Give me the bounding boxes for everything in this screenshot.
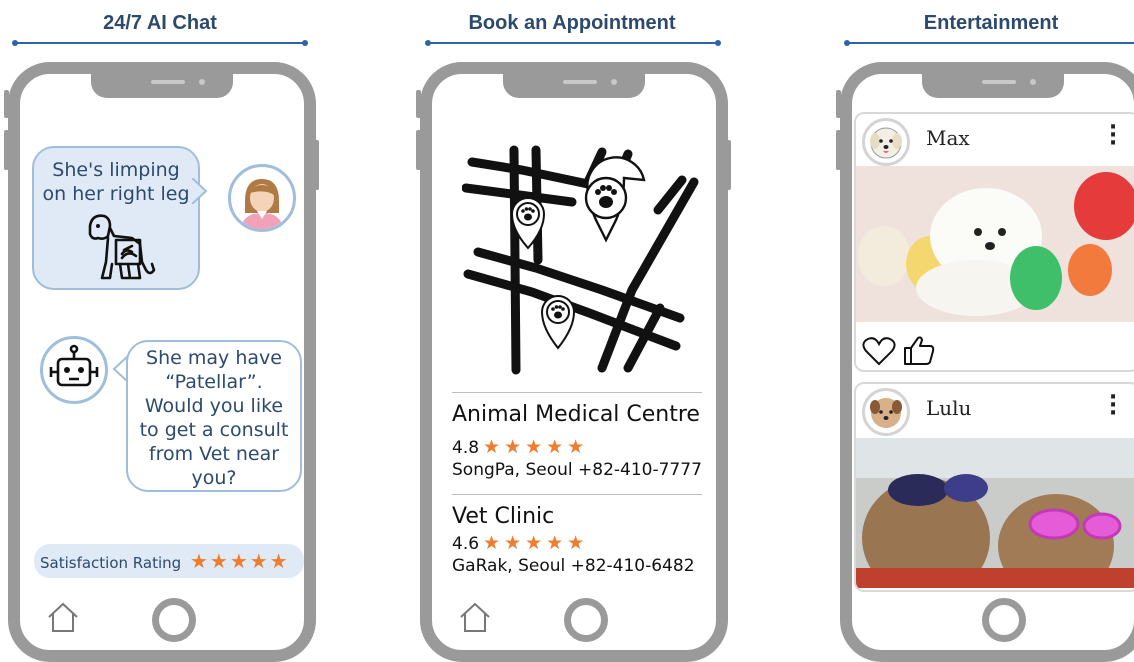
woman-avatar-icon: [231, 167, 293, 229]
map-pin: [542, 296, 574, 348]
bot-message-line: you?: [128, 466, 300, 490]
section-title-booking: Book an Appointment: [420, 12, 724, 38]
post-image[interactable]: [856, 438, 1134, 588]
rating-stars: ★★★★★: [483, 532, 588, 554]
rating-label: Satisfaction Rating: [40, 554, 181, 572]
divider: [452, 392, 702, 393]
section-title-chat: 24/7 AI Chat: [60, 12, 260, 38]
home-button[interactable]: [982, 598, 1026, 642]
user-message-line: on her right leg: [34, 182, 198, 206]
home-button[interactable]: [564, 598, 608, 642]
clinic-rating: 4.6★★★★★: [452, 532, 588, 554]
post-avatar[interactable]: [862, 388, 910, 436]
divider: [452, 494, 702, 495]
map-view[interactable]: [462, 140, 702, 380]
user-message-line: She's limping: [34, 158, 198, 182]
bot-message-line: She may have: [128, 346, 300, 370]
clinic-rating: 4.8★★★★★: [452, 436, 588, 458]
home-icon[interactable]: [46, 600, 80, 634]
bot-message-line: Would you like: [128, 394, 300, 418]
bubble-tail: [192, 178, 208, 204]
bot-message-line: to get a consult: [128, 418, 300, 442]
kebab-menu-icon[interactable]: ···: [1108, 394, 1118, 418]
home-button[interactable]: [152, 598, 196, 642]
post-card: Max ···: [854, 112, 1134, 372]
dog-avatar-icon: [865, 121, 907, 163]
dog-avatar-icon: [865, 391, 907, 433]
rating-value: 4.8: [452, 438, 479, 458]
title-underline-entertainment: [846, 42, 1134, 44]
rating-stars[interactable]: ★★★★★: [190, 549, 290, 573]
robot-icon: [43, 339, 105, 401]
user-message-bubble: She's limping on her right leg: [32, 146, 200, 290]
thumbs-up-icon[interactable]: [902, 334, 936, 366]
rating-stars: ★★★★★: [483, 436, 588, 458]
post-avatar[interactable]: [862, 118, 910, 166]
post-author-name[interactable]: Max: [926, 126, 970, 150]
bot-message-line: “Patellar”.: [128, 370, 300, 394]
clinic-name[interactable]: Animal Medical Centre: [452, 402, 700, 427]
post-author-name[interactable]: Lulu: [926, 396, 971, 420]
heart-icon[interactable]: [862, 336, 896, 366]
clinic-name[interactable]: Vet Clinic: [452, 504, 554, 529]
clinic-address[interactable]: SongPa, Seoul +82-410-7777: [452, 460, 702, 480]
section-title-entertainment: Entertainment: [880, 12, 1102, 38]
title-underline-chat: [14, 42, 306, 44]
bot-message-bubble: She may have “Patellar”. Would you like …: [126, 340, 302, 492]
clinic-address[interactable]: GaRak, Seoul +82-410-6482: [452, 556, 695, 576]
bot-avatar: [40, 336, 108, 404]
phone-entertainment: Max ···: [840, 62, 1134, 662]
phone-chat: She's limping on her right leg: [8, 62, 316, 662]
title-underline-booking: [427, 42, 719, 44]
phone-notch: [503, 70, 645, 98]
kebab-menu-icon[interactable]: ···: [1108, 124, 1118, 148]
phone-notch: [922, 70, 1064, 98]
post-image[interactable]: [856, 166, 1134, 322]
phone-booking: Animal Medical Centre 4.8★★★★★ SongPa, S…: [420, 62, 728, 662]
bot-message-line: from Vet near: [128, 442, 300, 466]
user-avatar: [228, 164, 296, 232]
map-pin: [586, 157, 644, 240]
rating-value: 4.6: [452, 534, 479, 554]
dog-xray-icon: [80, 206, 160, 286]
phone-notch: [91, 70, 233, 98]
post-card: Lulu ···: [854, 382, 1134, 592]
satisfaction-rating[interactable]: Satisfaction Rating ★★★★★: [34, 544, 304, 578]
home-icon[interactable]: [458, 600, 492, 634]
